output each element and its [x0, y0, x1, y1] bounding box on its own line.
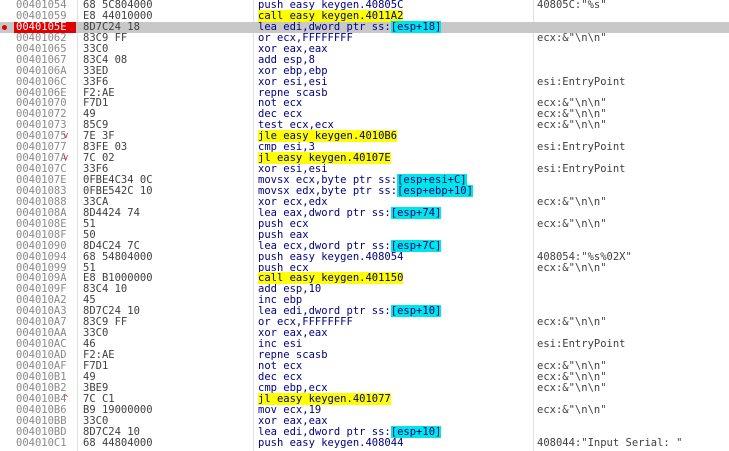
breakpoint-gutter[interactable]	[0, 142, 14, 153]
breakpoint-gutter[interactable]	[0, 120, 14, 131]
breakpoint-gutter[interactable]	[0, 306, 14, 317]
breakpoint-gutter[interactable]	[0, 383, 14, 394]
bytes-cell: 33F6	[83, 75, 109, 88]
bytes-cell: 68 44804000	[83, 436, 153, 449]
breakpoint-gutter[interactable]	[0, 11, 14, 22]
breakpoint-gutter[interactable]	[0, 153, 14, 164]
disasm-row[interactable]: 004010B6 B9 19000000 mov ecx,19 ecx:&"\n\n"	[0, 403, 729, 416]
breakpoint-gutter[interactable]	[0, 394, 14, 405]
disasm-row[interactable]: 0040108A 8D4424 74 lea eax,dword ptr ss:[e…	[0, 206, 729, 219]
breakpoint-gutter[interactable]	[0, 109, 14, 120]
comment-cell: ecx:&"\n\n"	[537, 217, 607, 230]
disasm-row[interactable]: 0040106E F2:AE repne scasb	[0, 87, 729, 99]
disasm-row[interactable]: 00401067 83C4 08 add esp,8	[0, 54, 729, 66]
breakpoint-gutter[interactable]	[0, 241, 14, 252]
breakpoint-gutter[interactable]	[0, 164, 14, 175]
address-cell: 0040106C	[16, 75, 67, 88]
disasm-row[interactable]: 00401070 F7D1 not ecx ecx:&"\n\n"	[0, 98, 729, 109]
disassembly-view[interactable]: 00401054 68 5C804000 push easy keygen.4080…	[0, 0, 729, 451]
instruction-cell: push easy keygen.408044	[258, 436, 404, 449]
breakpoint-gutter[interactable]	[0, 328, 14, 339]
breakpoint-gutter[interactable]	[0, 197, 14, 208]
breakpoint-icon[interactable]	[2, 24, 7, 30]
disasm-row[interactable]: 0040108E 51 push ecx ecx:&"\n\n"	[0, 217, 729, 230]
address-cell: 004010C1	[16, 436, 67, 449]
breakpoint-gutter[interactable]	[0, 131, 14, 142]
breakpoint-gutter[interactable]	[0, 22, 14, 33]
breakpoint-gutter[interactable]	[0, 55, 14, 66]
disasm-row[interactable]: 00401072 49 dec ecx ecx:&"\n\n"	[0, 109, 729, 120]
address-cell: 004010BD	[16, 425, 67, 438]
memory-operand[interactable]: [esp+ebp+10]	[397, 184, 473, 197]
memory-operand[interactable]: [esp+10]	[390, 305, 442, 318]
disasm-row[interactable]: 00401062 83C9 FF or ecx,FFFFFFFF ecx:&"\n\n…	[0, 31, 729, 44]
bytes-cell: 8D7C24 10	[83, 425, 140, 438]
bytes-cell: 68 54804000	[83, 250, 153, 263]
comment-cell: esi:EntryPoint	[537, 338, 626, 351]
disasm-row[interactable]: 004010A7 83C9 FF or ecx,FFFFFFFF ecx:&"\n\n…	[0, 317, 729, 328]
comment-cell: ecx:&"\n\n"	[537, 403, 607, 416]
breakpoint-gutter[interactable]	[0, 230, 14, 241]
disasm-row[interactable]: 004010AF F7D1 not ecx ecx:&"\n\n"	[0, 360, 729, 372]
bytes-cell: 33ED	[83, 64, 109, 77]
breakpoint-gutter[interactable]	[0, 175, 14, 186]
comment-cell: ecx:&"\n\n"	[537, 261, 607, 274]
comment-cell: esi:EntryPoint	[537, 163, 626, 176]
bytes-cell: 8D4C24 7C	[83, 239, 140, 252]
breakpoint-gutter[interactable]	[0, 438, 14, 449]
disasm-row[interactable]: 004010C1 68 44804000 push easy keygen.4080…	[0, 436, 729, 449]
breakpoint-gutter[interactable]	[0, 33, 14, 44]
disasm-row[interactable]: 00401094 68 54804000 push easy keygen.4080…	[0, 250, 729, 263]
disasm-row[interactable]: 004010B1 49 dec ecx ecx:&"\n\n"	[0, 371, 729, 383]
instruction-text: cmp ebp,ecx	[258, 381, 328, 394]
breakpoint-gutter[interactable]	[0, 339, 14, 350]
comment-cell: esi:EntryPoint	[537, 141, 626, 154]
bytes-cell: 33C0	[83, 414, 109, 427]
comment-cell: 408054:"%s%02X"	[537, 250, 632, 263]
breakpoint-gutter[interactable]	[0, 66, 14, 77]
comment-cell: ecx:&"\n\n"	[537, 119, 607, 132]
disassembly-rows: 00401054 68 5C804000 push easy keygen.4080…	[0, 0, 729, 448]
breakpoint-gutter[interactable]	[0, 219, 14, 230]
comment-cell: ecx:&"\n\n"	[537, 381, 607, 394]
breakpoint-gutter[interactable]	[0, 416, 14, 427]
breakpoint-gutter[interactable]	[0, 98, 14, 109]
address-cell: 004010BB	[16, 414, 67, 427]
breakpoint-gutter[interactable]	[0, 284, 14, 295]
breakpoint-gutter[interactable]	[0, 427, 14, 438]
disasm-row[interactable]: 0040109F 83C4 10 add esp,10	[0, 284, 729, 295]
breakpoint-gutter[interactable]	[0, 317, 14, 328]
disasm-row[interactable]: 00401083 0FBE542C 10 movsx edx,byte ptr ss…	[0, 184, 729, 197]
instruction-text: push easy keygen.408044	[258, 436, 404, 449]
memory-operand[interactable]: [esp+18]	[390, 20, 442, 33]
comment-cell: 40805C:"%s"	[537, 0, 607, 11]
breakpoint-gutter[interactable]	[0, 273, 14, 284]
disasm-row[interactable]: 004010AD F2:AE repne scasb	[0, 350, 729, 361]
disasm-row[interactable]: 0040106C 33F6 xor esi,esi esi:EntryPoint	[0, 75, 729, 88]
breakpoint-gutter[interactable]	[0, 252, 14, 263]
breakpoint-gutter[interactable]	[0, 0, 14, 11]
comment-cell: esi:EntryPoint	[537, 75, 626, 88]
comment-cell: ecx:&"\n\n"	[537, 195, 607, 208]
breakpoint-gutter[interactable]	[0, 361, 14, 372]
breakpoint-gutter[interactable]	[0, 263, 14, 274]
address-cell: 00401090	[16, 239, 67, 252]
breakpoint-gutter[interactable]	[0, 44, 14, 55]
breakpoint-gutter[interactable]	[0, 208, 14, 219]
memory-operand[interactable]: [esp+74]	[390, 206, 442, 219]
breakpoint-gutter[interactable]	[0, 186, 14, 197]
breakpoint-gutter[interactable]	[0, 77, 14, 88]
disasm-row[interactable]: 0040106A 33ED xor ebp,ebp	[0, 64, 729, 77]
breakpoint-gutter[interactable]	[0, 372, 14, 383]
address-cell: 00401094	[16, 250, 67, 263]
comment-cell: 408044:"Input Serial: "	[537, 436, 683, 449]
comment-cell: ecx:&"\n\n"	[537, 31, 607, 44]
breakpoint-gutter[interactable]	[0, 350, 14, 361]
breakpoint-gutter[interactable]	[0, 295, 14, 306]
breakpoint-gutter[interactable]	[0, 405, 14, 416]
comment-cell: ecx:&"\n\n"	[537, 316, 607, 329]
address-cell: 0040106A	[16, 64, 67, 77]
breakpoint-gutter[interactable]	[0, 88, 14, 99]
